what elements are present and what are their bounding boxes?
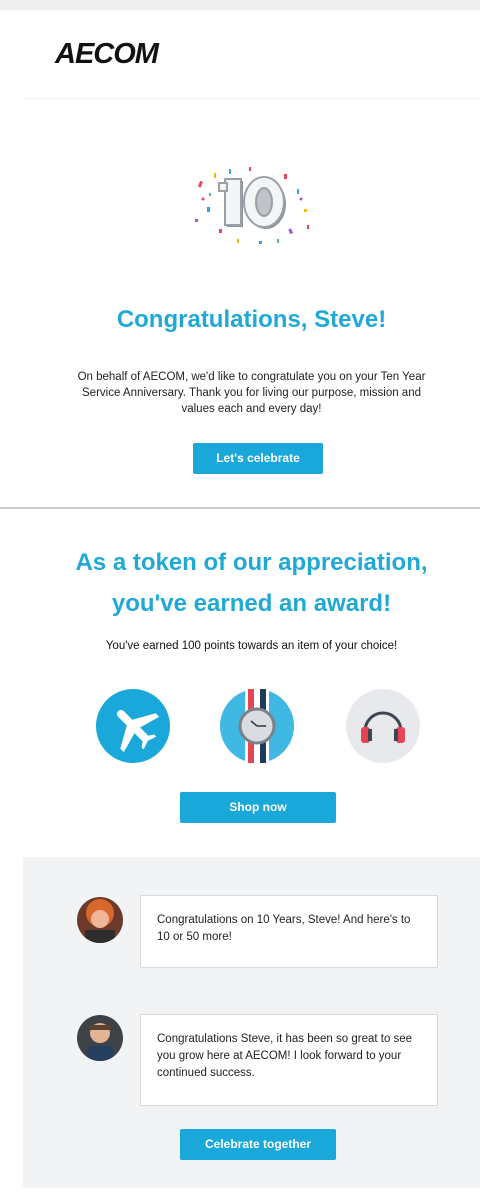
bottom-spacer bbox=[0, 1188, 480, 1195]
aecom-logo: AECOM bbox=[55, 38, 159, 70]
points-text: You've earned 100 points towards an item… bbox=[105, 640, 398, 652]
award-title: As a token of our appreciation, you've e… bbox=[23, 542, 480, 624]
celebrate-together-button[interactable]: Celebrate together bbox=[180, 1129, 336, 1160]
number-ten-graphic bbox=[218, 176, 286, 229]
airplane-icon[interactable] bbox=[96, 689, 170, 763]
anniversary-message: On behalf of AECOM, we'd like to congrat… bbox=[77, 371, 426, 415]
top-bar bbox=[0, 0, 480, 10]
avatar bbox=[77, 897, 123, 943]
award-title-line2: you've earned an award! bbox=[111, 590, 392, 617]
anniversary-10-badge bbox=[195, 167, 309, 244]
award-section: As a token of our appreciation, you've e… bbox=[23, 512, 480, 857]
shop-now-button[interactable]: Shop now bbox=[180, 792, 336, 823]
award-title-line1: As a token of our appreciation, bbox=[75, 549, 428, 576]
comments-section: Congratulations on 10 Years, Steve! And … bbox=[23, 857, 480, 1188]
avatar bbox=[77, 1015, 123, 1061]
comment-text: Congratulations Steve, it has been so gr… bbox=[157, 1033, 413, 1079]
email-header: AECOM bbox=[23, 10, 480, 99]
section-divider bbox=[0, 507, 480, 509]
headphones-icon[interactable] bbox=[346, 689, 420, 763]
comment-card: Congratulations Steve, it has been so gr… bbox=[140, 1014, 438, 1106]
comment-text: Congratulations on 10 Years, Steve! And … bbox=[157, 914, 411, 943]
comment-card: Congratulations on 10 Years, Steve! And … bbox=[140, 895, 438, 968]
lets-celebrate-button[interactable]: Let's celebrate bbox=[193, 443, 323, 474]
watch-icon[interactable] bbox=[220, 689, 294, 763]
hero-section: Congratulations, Steve! On behalf of AEC… bbox=[23, 99, 480, 506]
congratulations-title: Congratulations, Steve! bbox=[116, 306, 387, 333]
